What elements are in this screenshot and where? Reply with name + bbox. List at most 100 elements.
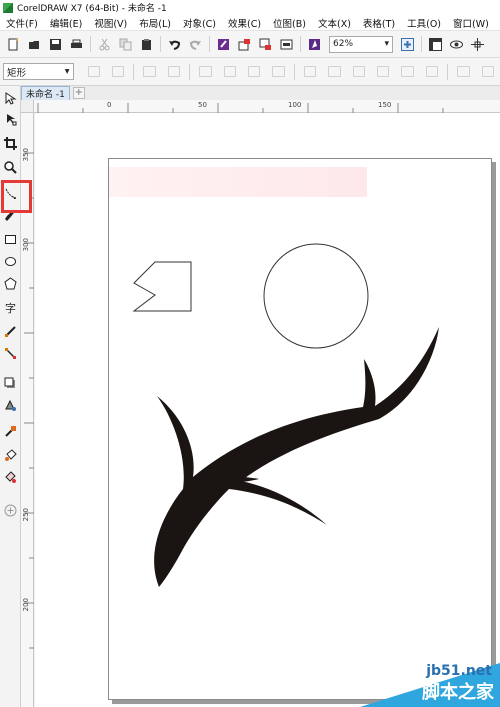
show-rulers-icon[interactable]: [429, 37, 442, 51]
cut-icon[interactable]: [98, 38, 111, 51]
print-icon[interactable]: [70, 38, 83, 51]
toolbar-separator: [189, 63, 191, 80]
dimension-option-icon[interactable]: [481, 66, 495, 77]
new-icon[interactable]: [7, 38, 20, 51]
add-document-tab-button[interactable]: +: [72, 87, 85, 99]
dimension-option-icon[interactable]: [457, 66, 470, 77]
redo-icon[interactable]: [189, 38, 202, 51]
document-tab[interactable]: 未命名 -1: [21, 86, 70, 100]
zoom-level-value: 62%: [333, 39, 354, 49]
smart-fill-icon[interactable]: [3, 470, 18, 485]
window-title: CorelDRAW X7 (64-Bit) - 未命名 -1: [17, 4, 167, 14]
shape-mode-select[interactable]: 矩形 ▾: [3, 63, 74, 80]
menu-text[interactable]: 文本(X): [312, 16, 357, 30]
dimension-option-icon[interactable]: [87, 66, 100, 77]
toolbar-separator: [447, 63, 449, 80]
ruler-label: 100: [288, 101, 302, 109]
dimension-option-icon[interactable]: [401, 66, 414, 77]
watermark-site: jb51.net: [426, 663, 492, 679]
ruler-label: 50: [198, 101, 207, 109]
menu-tools[interactable]: 工具(O): [401, 16, 447, 30]
pick-tool-icon[interactable]: [3, 91, 18, 106]
text-tool-glyph: 字: [5, 301, 16, 315]
dimension-option-icon[interactable]: [272, 66, 285, 77]
dimension-option-icon[interactable]: [223, 66, 236, 77]
branch-shape[interactable]: [154, 327, 439, 587]
connector-icon[interactable]: [3, 346, 18, 361]
circle-shape[interactable]: [263, 243, 369, 349]
drop-shadow-icon[interactable]: [3, 376, 18, 391]
text-tool-icon[interactable]: 字: [3, 300, 18, 315]
shape-tool-icon[interactable]: [3, 112, 18, 127]
dimension-option-icon[interactable]: [328, 66, 341, 77]
zoom-page-icon[interactable]: [401, 37, 414, 51]
standard-toolbar: 62% ▾: [0, 31, 500, 58]
property-bar: 矩形 ▾: [0, 58, 500, 86]
toolbar-separator: [90, 36, 91, 52]
view-icon[interactable]: [450, 38, 463, 51]
publish-pdf-icon[interactable]: [280, 38, 293, 51]
menu-layout[interactable]: 布局(L): [133, 16, 177, 30]
polygon-shape[interactable]: [132, 261, 192, 312]
menu-view[interactable]: 视图(V): [88, 16, 133, 30]
transparency-icon[interactable]: [3, 398, 18, 413]
app-launcher-icon[interactable]: [308, 38, 321, 51]
open-icon[interactable]: [28, 38, 41, 51]
chevron-down-icon: ▾: [384, 39, 389, 49]
menu-object[interactable]: 对象(C): [177, 16, 222, 30]
menu-effects[interactable]: 效果(C): [222, 16, 267, 30]
ruler-origin-corner[interactable]: [21, 100, 34, 113]
coreldraw-logo-icon: [3, 2, 13, 13]
toolbar-separator: [421, 36, 422, 52]
rectangle-tool-icon[interactable]: [3, 232, 18, 247]
document-tab-bar: 未命名 -1 +: [21, 86, 500, 100]
import-icon[interactable]: [238, 38, 251, 51]
dimension-option-icon[interactable]: [425, 66, 439, 77]
toolbar-separator: [160, 36, 161, 52]
copy-icon[interactable]: [119, 38, 132, 51]
interactive-fill-icon[interactable]: [3, 448, 18, 463]
dimension-option-icon[interactable]: [303, 66, 317, 77]
dimension-option-icon[interactable]: [143, 66, 156, 77]
dimension-option-icon[interactable]: [111, 66, 125, 77]
ruler-label: 150: [378, 101, 392, 109]
document-tab-label: 未命名 -1: [26, 90, 65, 100]
page-drawing: [132, 243, 439, 587]
dimension-option-icon[interactable]: [247, 66, 261, 77]
dimension-option-icon[interactable]: [199, 66, 212, 77]
document-page[interactable]: [108, 158, 492, 700]
ruler-label: 350: [22, 148, 30, 162]
snap-icon[interactable]: [471, 37, 484, 51]
ellipse-tool-icon[interactable]: [3, 254, 18, 269]
undo-icon[interactable]: [168, 38, 181, 51]
eyedropper-icon[interactable]: [3, 424, 18, 439]
dimension-option-icon[interactable]: [167, 66, 181, 77]
paste-icon[interactable]: [140, 38, 153, 51]
ruler-label: 0: [107, 101, 112, 109]
menu-window[interactable]: 窗口(W): [447, 16, 495, 30]
zoom-level-select[interactable]: 62% ▾: [329, 35, 393, 53]
parallel-dimension-icon[interactable]: [3, 324, 18, 339]
menu-file[interactable]: 文件(F): [0, 16, 44, 30]
add-tool-icon[interactable]: [3, 503, 18, 518]
site-watermark: jb51.net 脚本之家: [356, 663, 500, 707]
horizontal-ruler-ticks: [37, 103, 444, 113]
zoom-tool-icon[interactable]: [3, 160, 18, 175]
menu-table[interactable]: 表格(T): [357, 16, 401, 30]
toolbar-separator: [209, 36, 210, 52]
watermark-text: 脚本之家: [422, 682, 494, 703]
polygon-tool-icon[interactable]: [3, 276, 18, 291]
dimension-option-icon[interactable]: [352, 66, 366, 77]
export-icon[interactable]: [259, 38, 272, 51]
menu-bitmaps[interactable]: 位图(B): [267, 16, 312, 30]
dimension-option-icon[interactable]: [377, 66, 390, 77]
search-content-icon[interactable]: [217, 38, 230, 51]
ruler-label: 300: [22, 238, 30, 252]
horizontal-ruler[interactable]: 0 50 100 150: [21, 100, 500, 113]
shape-mode-value: 矩形: [7, 67, 27, 79]
save-icon[interactable]: [49, 38, 62, 51]
ruler-label: 200: [22, 598, 30, 612]
crop-tool-icon[interactable]: [3, 136, 18, 151]
menu-edit[interactable]: 编辑(E): [44, 16, 88, 30]
toolbar-separator: [293, 63, 295, 80]
